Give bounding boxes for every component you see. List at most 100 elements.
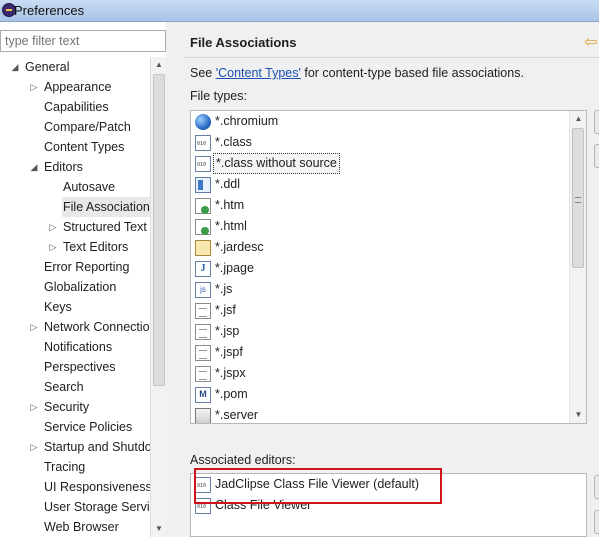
- tree-item-label: Startup and Shutdown: [44, 440, 150, 454]
- tree-item-label: Keys: [44, 300, 72, 314]
- globe-icon: [195, 114, 211, 130]
- tree-item-label: Service Policies: [44, 420, 133, 434]
- scroll-grip-icon: [575, 197, 581, 203]
- tree-item[interactable]: Search: [43, 377, 85, 397]
- tree-item[interactable]: Compare/Patch: [43, 117, 132, 137]
- tree-item-label: Autosave: [63, 180, 116, 194]
- tree-item[interactable]: Tracing: [43, 457, 86, 477]
- list-item-label: *.jspf: [215, 345, 243, 359]
- file-types-list[interactable]: *.chromium *.class *.class without source *…: [190, 110, 587, 424]
- list-item-label: *.ddl: [215, 177, 241, 191]
- tree-item[interactable]: Capabilities: [43, 97, 110, 117]
- list-item-label: *.html: [215, 219, 247, 233]
- collapsed-arrow-icon[interactable]: ▷: [48, 217, 58, 237]
- tree-item-label: UI Responsiveness: [44, 480, 150, 494]
- tree-item-label: Perspectives: [44, 360, 116, 374]
- list-item-label: *.pom: [215, 387, 248, 401]
- page-title: File Associations: [190, 35, 297, 50]
- hint-prefix: See: [190, 66, 216, 80]
- tree-item-label: Text Editors: [63, 240, 129, 254]
- scroll-up-arrow-icon[interactable]: ▲: [151, 57, 167, 73]
- tree-item-label: User Storage Service: [44, 500, 150, 514]
- tree-item[interactable]: UI Responsiveness: [43, 477, 150, 497]
- tree-item-label: Tracing: [44, 460, 86, 474]
- tree-item-label: Error Reporting: [44, 260, 130, 274]
- tree-item[interactable]: ▷ Security: [31, 397, 90, 417]
- tree-item[interactable]: Notifications: [43, 337, 113, 357]
- tree-item-label: Appearance: [44, 80, 112, 94]
- server-file-icon: [195, 408, 211, 423]
- list-item-label: *.chromium: [215, 114, 279, 128]
- tree-item[interactable]: ▷ Network Connections: [31, 317, 150, 337]
- tree-item-label: File Associations: [62, 197, 150, 217]
- collapsed-arrow-icon[interactable]: ▷: [29, 77, 39, 97]
- tree-item-label: Structured Text Editors: [63, 220, 150, 234]
- text-file-icon: [195, 324, 211, 340]
- add-editor-button[interactable]: [594, 475, 599, 499]
- collapsed-arrow-icon[interactable]: ▷: [29, 397, 39, 417]
- back-arrow-icon[interactable]: ⇦: [584, 32, 599, 52]
- add-file-type-button[interactable]: [594, 110, 599, 134]
- file-types-scrollbar[interactable]: ▲ ▼: [569, 111, 586, 423]
- tree-item[interactable]: File Associations: [62, 197, 150, 217]
- hint-suffix: for content-type based file associations…: [300, 66, 524, 80]
- list-item-label: *.jsf: [215, 303, 236, 317]
- tree-item[interactable]: Perspectives: [43, 357, 117, 377]
- title-bar: Preferences: [0, 0, 599, 22]
- text-file-icon: [195, 345, 211, 361]
- class-file-icon: [195, 156, 211, 172]
- tree-item[interactable]: Error Reporting: [43, 257, 130, 277]
- list-item-label: *.server: [215, 408, 259, 422]
- tree-item-label: Web Browser: [44, 520, 119, 534]
- tree-item[interactable]: Content Types: [43, 137, 125, 157]
- tree-scrollbar[interactable]: ▲ ▼: [150, 57, 166, 537]
- tree-item[interactable]: ◢ General: [12, 57, 70, 77]
- tree-item[interactable]: Globalization: [43, 277, 117, 297]
- tree-item[interactable]: ▷ Startup and Shutdown: [31, 437, 150, 457]
- content-types-link[interactable]: 'Content Types': [216, 66, 301, 80]
- collapsed-arrow-icon[interactable]: ▷: [48, 237, 58, 257]
- maven-pom-icon: M: [195, 387, 211, 403]
- red-highlight-annotation: [194, 468, 442, 504]
- web-page-icon: [195, 198, 211, 214]
- remove-editor-button[interactable]: [594, 510, 599, 534]
- java-page-icon: J: [195, 261, 211, 277]
- list-item-label: *.htm: [215, 198, 245, 212]
- pane-divider[interactable]: [166, 22, 174, 537]
- jar-description-icon: [195, 240, 211, 256]
- tree-item[interactable]: Service Policies: [43, 417, 133, 437]
- tree-item[interactable]: Keys: [43, 297, 73, 317]
- list-item-label: *.js: [215, 282, 233, 296]
- tree-item[interactable]: ▷ Text Editors: [50, 237, 129, 257]
- tree-item[interactable]: Autosave: [62, 177, 116, 197]
- tree-item-label: Notifications: [44, 340, 113, 354]
- expanded-arrow-icon[interactable]: ◢: [10, 57, 20, 77]
- scroll-up-arrow-icon[interactable]: ▲: [570, 111, 586, 127]
- tree-item[interactable]: ◢ Editors: [31, 157, 84, 177]
- list-item-label: *.jpage: [215, 261, 254, 275]
- associated-editors-label: Associated editors:: [190, 453, 296, 467]
- collapsed-arrow-icon[interactable]: ▷: [29, 437, 39, 457]
- tree-item[interactable]: ▷ Appearance: [31, 77, 112, 97]
- list-item-label: *.jsp: [215, 324, 240, 338]
- filter-input[interactable]: [0, 30, 166, 52]
- scroll-down-arrow-icon[interactable]: ▼: [570, 407, 586, 423]
- tree-item-label: Content Types: [44, 140, 125, 154]
- remove-file-type-button[interactable]: [594, 144, 599, 168]
- tree-item-label: General: [25, 60, 70, 74]
- class-file-icon: [195, 135, 211, 151]
- tree-item[interactable]: User Storage Service: [43, 497, 150, 517]
- tree-item-label: Security: [44, 400, 90, 414]
- web-page-icon: [195, 219, 211, 235]
- list-item-label: *.jspx: [215, 366, 246, 380]
- text-file-icon: [195, 366, 211, 382]
- collapsed-arrow-icon[interactable]: ▷: [29, 317, 39, 337]
- scroll-thumb[interactable]: [153, 74, 165, 386]
- tree-item-label: Globalization: [44, 280, 117, 294]
- content-types-hint: See 'Content Types' for content-type bas…: [190, 66, 524, 80]
- tree-item[interactable]: ▷ Structured Text Editors: [50, 217, 150, 237]
- scroll-down-arrow-icon[interactable]: ▼: [151, 521, 167, 537]
- expanded-arrow-icon[interactable]: ◢: [29, 157, 39, 177]
- ddl-file-icon: [195, 177, 211, 193]
- tree-item[interactable]: Web Browser: [43, 517, 120, 537]
